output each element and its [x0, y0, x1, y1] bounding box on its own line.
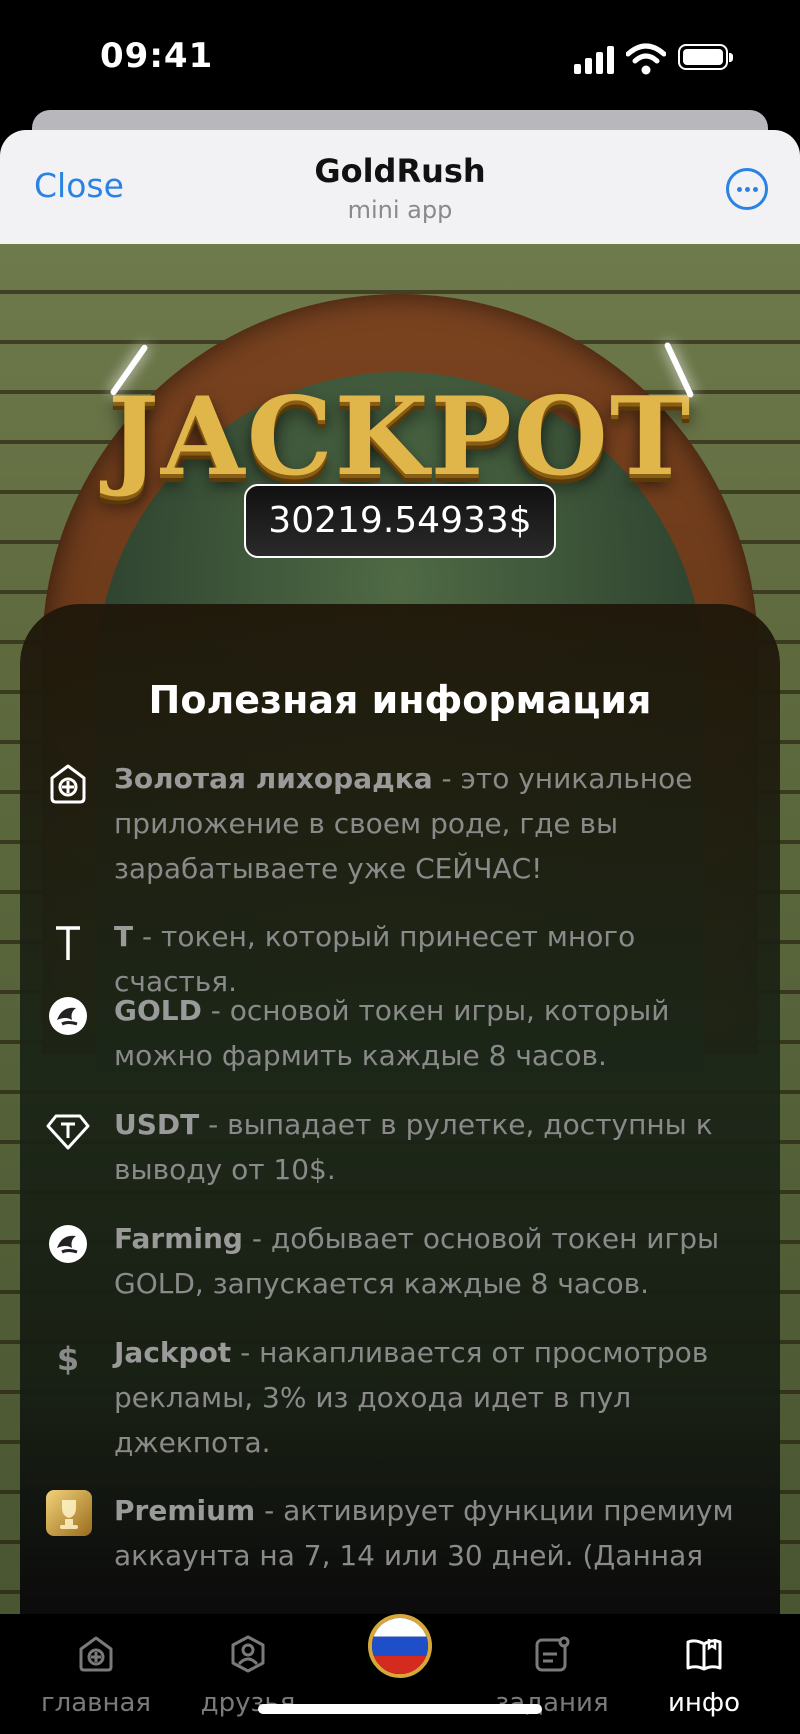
svg-text:$: $ [57, 1340, 79, 1378]
premium-icon [46, 1490, 92, 1536]
mini-app-header: Close GoldRush mini app [0, 130, 800, 244]
info-desc: - токен, который принесет много счастья. [114, 920, 636, 998]
info-name: GOLD [114, 994, 202, 1027]
status-bar: 09:41 [0, 0, 800, 110]
gold-coin-icon [49, 997, 87, 1035]
home-icon [79, 1636, 113, 1672]
nav-label: главная [40, 1688, 152, 1718]
info-name: Золотая лихорадка [114, 762, 433, 795]
dollar-icon: $ [57, 1340, 79, 1378]
app-title: GoldRush [314, 152, 486, 190]
info-name: Premium [114, 1494, 256, 1527]
wifi-icon [626, 43, 666, 75]
usdt-icon [46, 1114, 90, 1150]
nav-label: инфо [667, 1688, 741, 1718]
friends-icon [231, 1635, 265, 1673]
home-indicator [258, 1704, 542, 1714]
info-title: Полезная информация [148, 678, 652, 722]
t-token-icon [56, 926, 80, 960]
jackpot-logo: JACKPOT [107, 374, 693, 500]
info-name: USDT [114, 1108, 200, 1141]
cellular-signal-icon [574, 44, 616, 74]
battery-icon [678, 44, 733, 70]
bottom-navigation: главная друзья задания инфо [0, 1614, 800, 1734]
status-time: 09:41 [100, 36, 214, 76]
info-name: T [114, 920, 134, 953]
app-subtitle: mini app [347, 196, 453, 224]
home-plus-icon [50, 764, 86, 804]
info-name: Farming [114, 1222, 243, 1255]
jackpot-amount: 30219.54933$ [244, 484, 556, 558]
book-icon [686, 1639, 722, 1671]
more-options-icon[interactable] [726, 168, 768, 210]
farming-icon [49, 1225, 87, 1263]
tasks-icon [535, 1636, 570, 1672]
info-name: Jackpot [114, 1336, 232, 1369]
nav-info[interactable]: инфо [634, 1634, 774, 1718]
russia-flag-icon [372, 1618, 428, 1674]
info-desc: - выпадает в рулетке, доступны к выводу … [114, 1108, 713, 1186]
language-button[interactable] [368, 1614, 432, 1678]
nav-home[interactable]: главная [26, 1634, 166, 1718]
